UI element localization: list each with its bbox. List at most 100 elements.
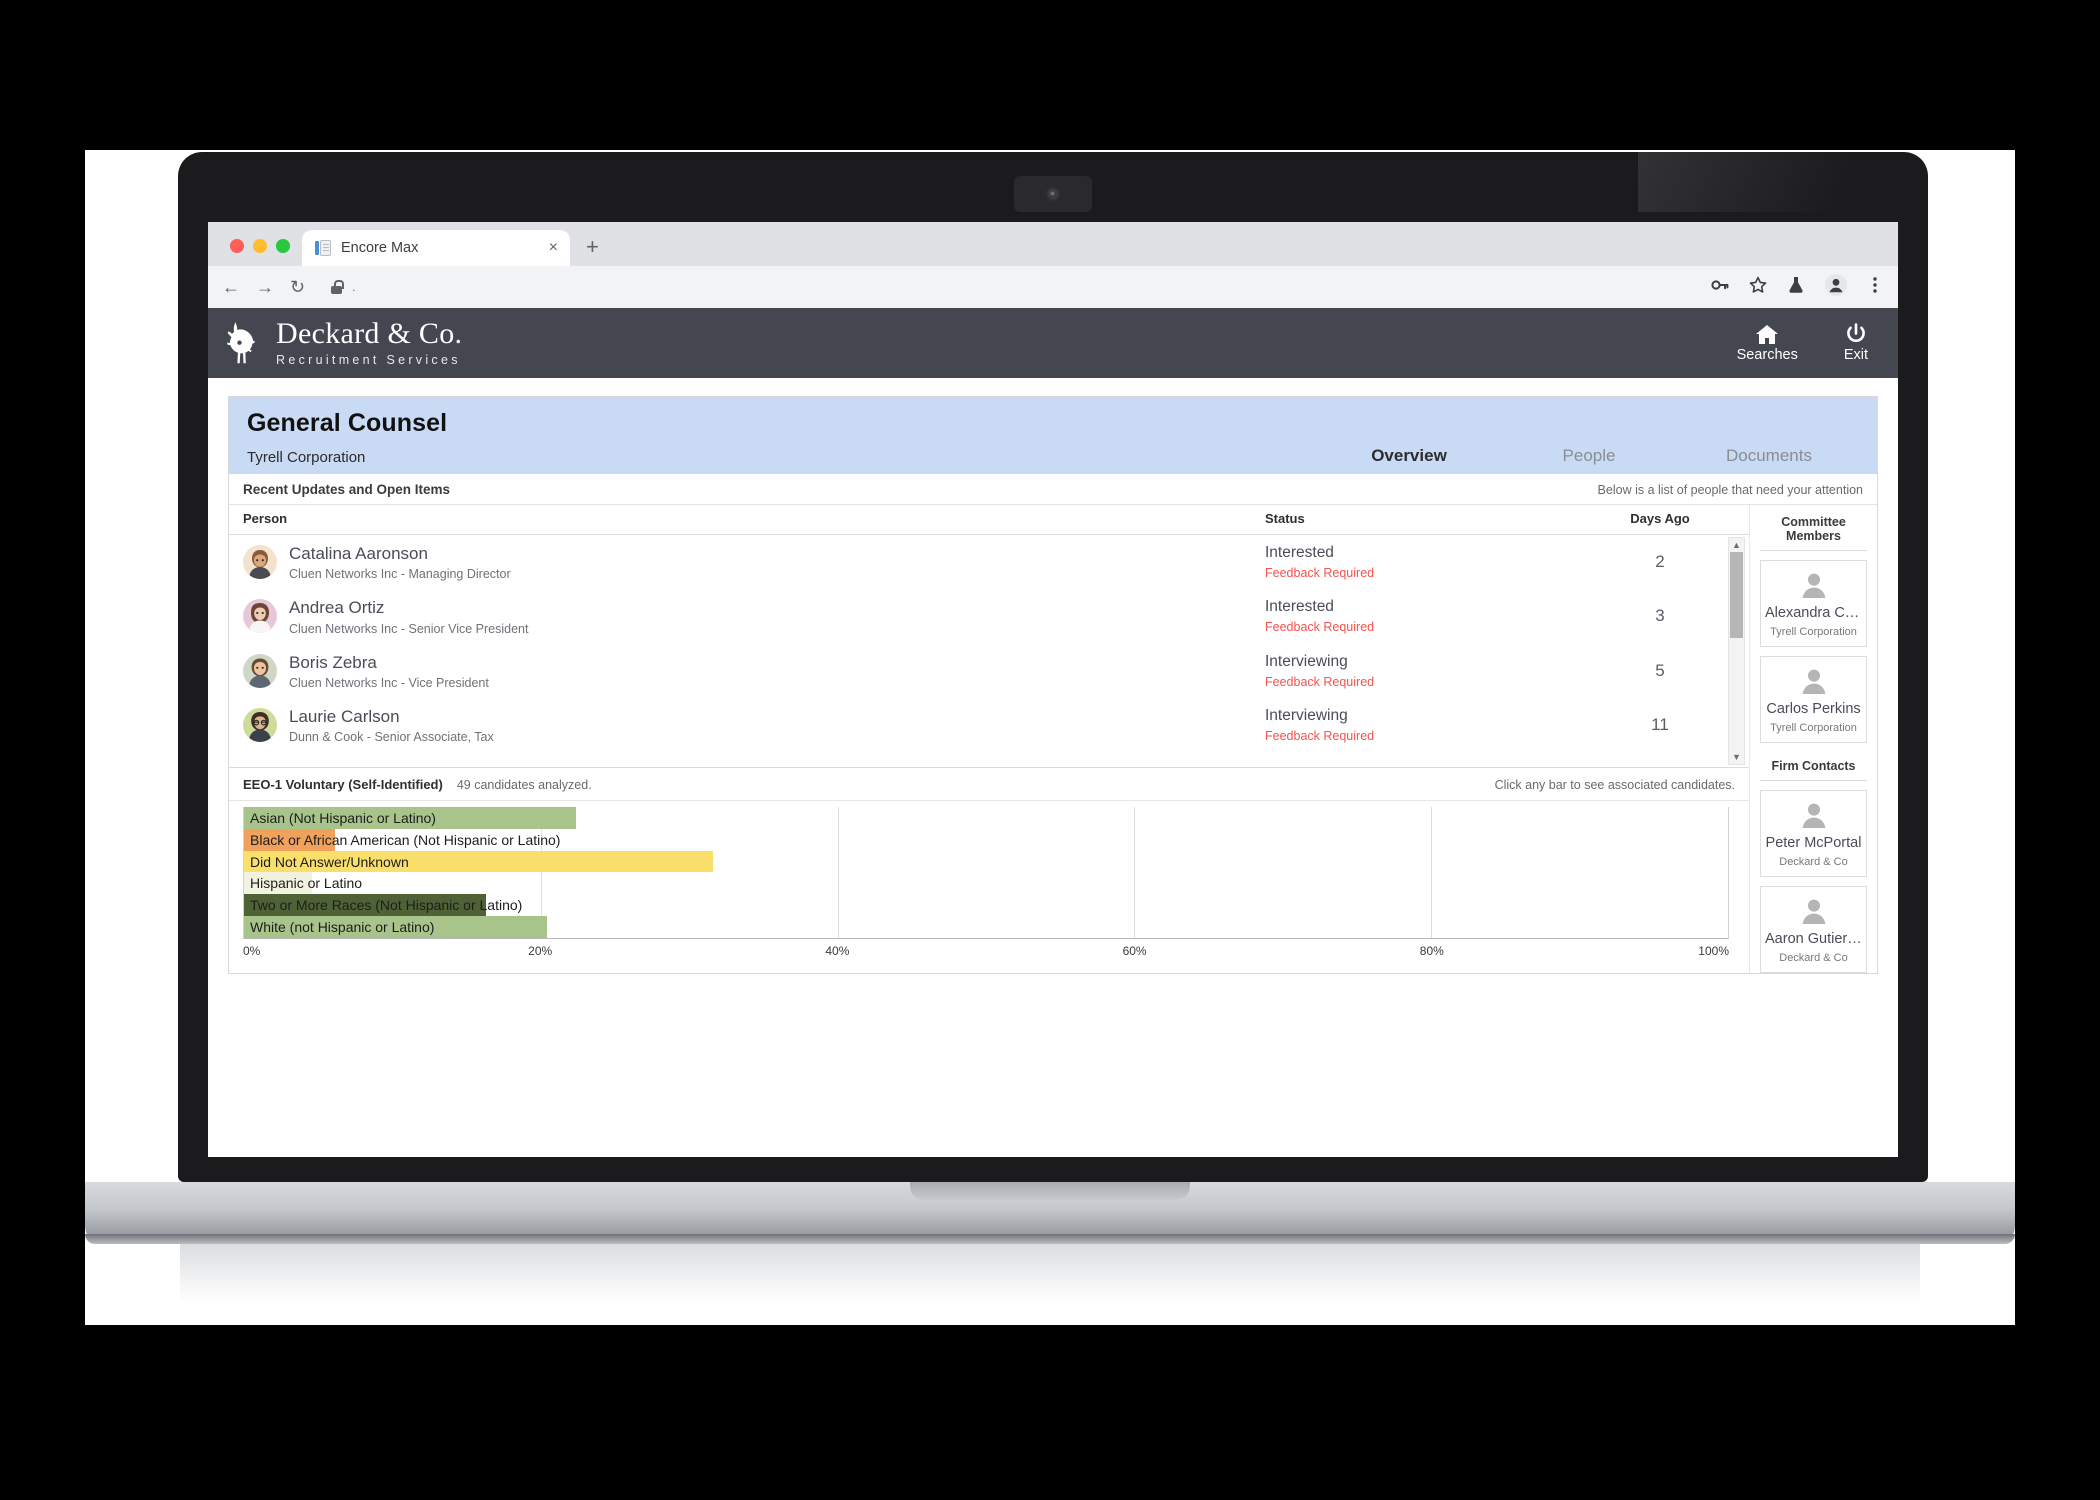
bar-label-two-or-more: Two or More Races (Not Hispanic or Latin…	[250, 897, 523, 914]
key-icon[interactable]	[1710, 275, 1730, 300]
person-name: Peter McPortal	[1765, 835, 1862, 851]
firm-contact-card[interactable]: Aaron Gutierrez Deckard & Co	[1760, 886, 1867, 973]
tick-60: 60%	[1122, 944, 1147, 958]
bar-row[interactable]: Asian (Not Hispanic or Latino)	[244, 807, 1728, 829]
panel-body: Person Status Days Ago Catalina Aaronson…	[229, 505, 1877, 973]
scrollbar-thumb[interactable]	[1730, 552, 1743, 638]
committee-members-title: Committee Members	[1760, 511, 1867, 551]
nav-label-exit: Exit	[1843, 347, 1868, 363]
committee-member-card[interactable]: Carlos Perkins Tyrell Corporation	[1760, 656, 1867, 743]
webcam	[1014, 176, 1092, 212]
bar-row[interactable]: Did Not Answer/Unknown	[244, 850, 1728, 873]
row-days: 5	[1655, 660, 1665, 680]
bar-label-black: Black or African American (Not Hispanic …	[250, 831, 561, 848]
chart-x-axis: 0% 20% 40% 60% 80% 100%	[243, 942, 1729, 966]
profile-icon[interactable]	[1824, 273, 1848, 302]
browser-tabstrip: Encore Max × +	[208, 222, 1898, 266]
table-row[interactable]: Laurie Carlson Dunn & Cook - Senior Asso…	[229, 698, 1749, 752]
row-status: Interested Feedback Required	[1265, 598, 1585, 634]
avatar	[243, 653, 277, 688]
status-value: Interviewing	[1265, 706, 1348, 724]
eeo-hint: Click any bar to see associated candidat…	[1494, 778, 1735, 792]
bar-label-unknown: Did Not Answer/Unknown	[250, 853, 409, 870]
close-tab-button[interactable]: ×	[549, 240, 558, 256]
browser-tab[interactable]: Encore Max ×	[302, 230, 570, 266]
page-title: General Counsel	[247, 409, 448, 437]
firm-contact-card[interactable]: Peter McPortal Deckard & Co	[1760, 790, 1867, 877]
row-person[interactable]: Andrea Ortiz Cluen Networks Inc - Senior…	[243, 597, 1265, 636]
person-icon	[1765, 897, 1862, 925]
person-icon	[1765, 667, 1862, 695]
person-name: Laurie Carlson	[289, 706, 400, 726]
page-title-band: General Counsel Tyrell Corporation Overv…	[229, 397, 1877, 474]
bar-label-white: White (not Hispanic or Latino)	[250, 919, 435, 936]
bar-row[interactable]: Black or African American (Not Hispanic …	[244, 828, 1728, 851]
row-person[interactable]: Catalina Aaronson Cluen Networks Inc - M…	[243, 543, 1265, 581]
eeo-count: 49 candidates analyzed.	[456, 778, 592, 792]
lid-sheen	[1638, 152, 1928, 212]
reload-button[interactable]: ↻	[290, 278, 305, 296]
close-window-button[interactable]	[230, 239, 244, 253]
table-row[interactable]: Catalina Aaronson Cluen Networks Inc - M…	[229, 535, 1749, 589]
header-nav: Searches Exit	[1737, 323, 1868, 363]
tick-80: 80%	[1419, 944, 1444, 958]
row-days: 3	[1655, 606, 1665, 626]
chart-bars: Asian (Not Hispanic or Latino) Black or …	[244, 807, 1728, 938]
tab-overview[interactable]: Overview	[1319, 446, 1499, 466]
list-scrollbar[interactable]: ▲ ▼	[1728, 537, 1745, 765]
chart-plot-area: Asian (Not Hispanic or Latino) Black or …	[243, 807, 1729, 939]
table-row[interactable]: Andrea Ortiz Cluen Networks Inc - Senior…	[229, 589, 1749, 643]
bar-row[interactable]: White (not Hispanic or Latino)	[244, 916, 1728, 938]
main-column: Person Status Days Ago Catalina Aaronson…	[229, 505, 1749, 973]
page-tabs: Overview People Documents	[1319, 446, 1859, 466]
nav-item-searches[interactable]: Searches	[1737, 323, 1798, 363]
updates-section-title: Recent Updates and Open Items	[243, 482, 451, 497]
tab-people[interactable]: People	[1499, 446, 1679, 466]
forward-button[interactable]: →	[256, 278, 274, 296]
laptop-base-edge	[85, 1234, 2015, 1244]
bar-row[interactable]: Two or More Races (Not Hispanic or Latin…	[244, 894, 1728, 917]
person-meta: Cluen Networks Inc - Senior Vice Preside…	[289, 621, 529, 636]
bar-row[interactable]: Hispanic or Latino	[244, 872, 1728, 895]
status-value: Interested	[1265, 544, 1334, 562]
row-person[interactable]: Laurie Carlson Dunn & Cook - Senior Asso…	[243, 706, 1265, 744]
status-flag: Feedback Required	[1265, 728, 1375, 743]
scroll-down-arrow[interactable]: ▼	[1729, 750, 1744, 764]
browser-toolbar: ← → ↻ .	[208, 266, 1898, 308]
scroll-up-arrow[interactable]: ▲	[1729, 538, 1744, 552]
avatar	[243, 545, 277, 580]
new-tab-button[interactable]: +	[586, 236, 599, 258]
people-sidebar: Committee Members Alexandra Ca... Tyrell…	[1749, 505, 1877, 973]
flask-icon[interactable]	[1786, 275, 1806, 300]
status-flag: Feedback Required	[1265, 674, 1375, 689]
column-header-days: Days Ago	[1630, 511, 1690, 526]
row-person[interactable]: Boris Zebra Cluen Networks Inc - Vice Pr…	[243, 652, 1265, 690]
status-flag: Feedback Required	[1265, 566, 1375, 581]
person-org: Tyrell Corporation	[1770, 626, 1857, 638]
maximize-window-button[interactable]	[276, 239, 290, 253]
committee-member-card[interactable]: Alexandra Ca... Tyrell Corporation	[1760, 560, 1867, 647]
tick-40: 40%	[825, 944, 850, 958]
lock-icon	[331, 280, 344, 294]
nav-item-exit[interactable]: Exit	[1844, 323, 1868, 363]
column-header-person: Person	[243, 511, 288, 526]
person-meta: Dunn & Cook - Senior Associate, Tax	[289, 730, 494, 744]
person-name: Carlos Perkins	[1766, 701, 1861, 717]
window-controls[interactable]	[224, 239, 302, 266]
power-icon	[1845, 323, 1867, 345]
minimize-window-button[interactable]	[253, 239, 267, 253]
row-status: Interviewing Feedback Required	[1265, 707, 1585, 743]
address-bar[interactable]: .	[321, 273, 1694, 301]
app-content: General Counsel Tyrell Corporation Overv…	[208, 378, 1898, 994]
row-status: Interested Feedback Required	[1265, 544, 1585, 580]
person-name: Aaron Gutierrez	[1765, 931, 1862, 947]
brand[interactable]: Deckard & Co. Recruitment Services	[222, 318, 462, 368]
address-bar-value: .	[352, 280, 356, 294]
star-icon[interactable]	[1748, 275, 1768, 300]
status-value: Interested	[1265, 598, 1334, 616]
tab-documents[interactable]: Documents	[1679, 446, 1859, 466]
table-row[interactable]: Boris Zebra Cluen Networks Inc - Vice Pr…	[229, 644, 1749, 698]
kebab-menu-icon[interactable]	[1866, 275, 1884, 300]
person-name: Catalina Aaronson	[289, 544, 428, 563]
back-button[interactable]: ←	[222, 278, 240, 296]
